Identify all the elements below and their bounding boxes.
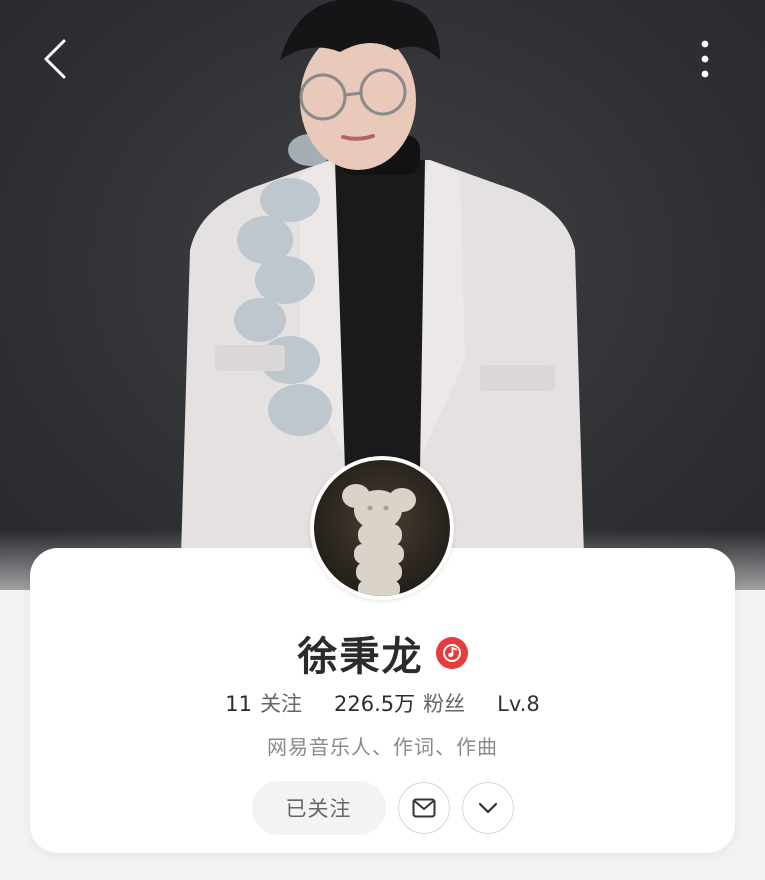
followed-button[interactable]: 已关注 — [251, 781, 386, 835]
music-note-badge-icon — [435, 637, 468, 669]
expand-button[interactable] — [461, 782, 514, 834]
avatar[interactable] — [310, 456, 454, 600]
fans-stat[interactable]: 226.5万 粉丝 — [334, 688, 465, 718]
more-options-button[interactable] — [685, 34, 725, 84]
user-level: Lv.8 — [497, 692, 540, 716]
chevron-down-icon — [478, 802, 497, 814]
name-row: 徐秉龙 — [0, 624, 765, 682]
avatar-image — [314, 460, 450, 596]
vertical-ellipsis-icon — [701, 40, 709, 78]
following-stat[interactable]: 11 关注 — [225, 688, 302, 718]
mail-icon — [412, 798, 435, 818]
back-button[interactable] — [30, 34, 80, 84]
artist-bio: 网易音乐人、作词、作曲 — [267, 735, 498, 759]
artist-name: 徐秉龙 — [297, 634, 424, 680]
following-count: 11 — [225, 692, 253, 716]
profile-actions: 已关注 — [0, 781, 765, 835]
fans-count: 226.5万 — [334, 692, 416, 716]
chevron-left-icon — [44, 39, 66, 79]
stats-row: 11 关注 226.5万 粉丝 Lv.8 — [0, 688, 765, 718]
fans-label: 粉丝 — [423, 692, 466, 716]
following-label: 关注 — [260, 692, 303, 716]
message-button[interactable] — [397, 782, 450, 834]
